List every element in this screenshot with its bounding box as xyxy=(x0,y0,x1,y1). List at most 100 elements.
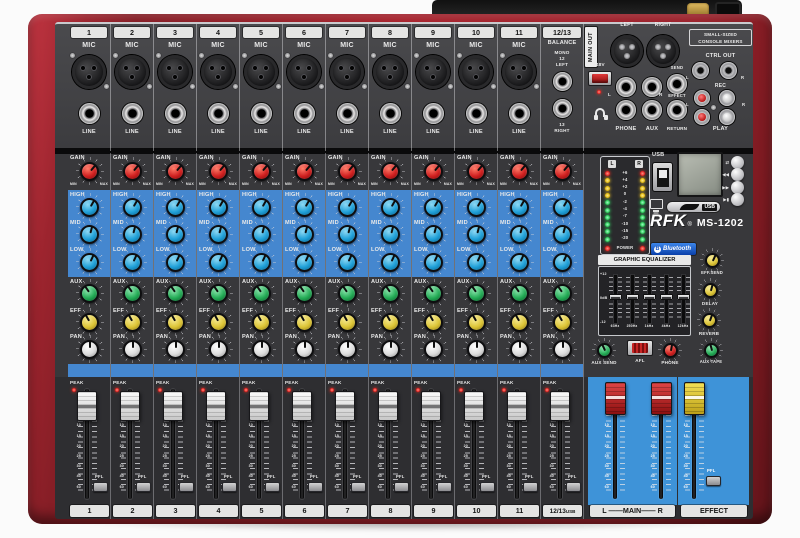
geq-slider-handle[interactable] xyxy=(626,294,639,300)
phantom-power-switch[interactable] xyxy=(588,71,612,86)
geq-slider-handle[interactable] xyxy=(677,294,690,300)
fader-cap[interactable] xyxy=(605,382,626,415)
fader-cap[interactable] xyxy=(77,391,97,421)
eff-knob[interactable] xyxy=(76,308,104,336)
high-eq-knob[interactable] xyxy=(506,193,534,221)
low-eq-knob[interactable] xyxy=(377,248,405,276)
pfl-button[interactable] xyxy=(265,482,280,492)
aux-knob[interactable] xyxy=(463,279,491,307)
eff-knob[interactable] xyxy=(248,308,276,336)
geq-slider-handle[interactable] xyxy=(643,294,656,300)
eff-knob[interactable] xyxy=(549,308,577,336)
gain-knob[interactable] xyxy=(205,157,233,185)
low-eq-knob[interactable] xyxy=(76,248,104,276)
gain-knob[interactable] xyxy=(76,157,104,185)
gain-knob[interactable] xyxy=(291,157,319,185)
high-eq-knob[interactable] xyxy=(248,193,276,221)
pan-knob[interactable] xyxy=(162,335,190,363)
aux-knob[interactable] xyxy=(248,279,276,307)
fader-cap[interactable] xyxy=(163,391,183,421)
aux-send-knob[interactable] xyxy=(592,338,616,362)
repeat-icon[interactable] xyxy=(731,156,744,169)
gain-knob[interactable] xyxy=(463,157,491,185)
aux-knob[interactable] xyxy=(119,279,147,307)
low-eq-knob[interactable] xyxy=(334,248,362,276)
afl-button[interactable] xyxy=(632,343,648,353)
aux-knob[interactable] xyxy=(334,279,362,307)
mid-eq-knob[interactable] xyxy=(334,220,362,248)
pfl-button[interactable] xyxy=(136,482,151,492)
gain-knob[interactable] xyxy=(334,157,362,185)
effect-pfl-button[interactable] xyxy=(706,476,721,486)
mid-eq-knob[interactable] xyxy=(420,220,448,248)
fader-cap[interactable] xyxy=(464,391,484,421)
aux-knob[interactable] xyxy=(506,279,534,307)
aux-knob[interactable] xyxy=(291,279,319,307)
mid-eq-knob[interactable] xyxy=(162,220,190,248)
high-eq-knob[interactable] xyxy=(334,193,362,221)
fader-cap[interactable] xyxy=(292,391,312,421)
pfl-button[interactable] xyxy=(179,482,194,492)
gain-knob[interactable] xyxy=(248,157,276,185)
mid-eq-knob[interactable] xyxy=(119,220,147,248)
gain-knob[interactable] xyxy=(377,157,405,185)
pan-knob[interactable] xyxy=(76,335,104,363)
aux-tape-knob[interactable] xyxy=(699,338,723,362)
mid-eq-knob[interactable] xyxy=(205,220,233,248)
pfl-button[interactable] xyxy=(222,482,237,492)
pan-knob[interactable] xyxy=(420,335,448,363)
next-track-icon[interactable] xyxy=(731,181,744,194)
fader-cap[interactable] xyxy=(335,391,355,421)
pfl-button[interactable] xyxy=(308,482,323,492)
fader-cap[interactable] xyxy=(651,382,672,415)
pfl-button[interactable] xyxy=(437,482,452,492)
pfl-button[interactable] xyxy=(566,482,581,492)
pfl-button[interactable] xyxy=(480,482,495,492)
aux-knob[interactable] xyxy=(549,279,577,307)
eff-knob[interactable] xyxy=(334,308,362,336)
mid-eq-knob[interactable] xyxy=(506,220,534,248)
pan-knob[interactable] xyxy=(119,335,147,363)
aux-knob[interactable] xyxy=(76,279,104,307)
eff-knob[interactable] xyxy=(506,308,534,336)
high-eq-knob[interactable] xyxy=(463,193,491,221)
pan-knob[interactable] xyxy=(248,335,276,363)
delay-knob[interactable] xyxy=(698,278,722,302)
low-eq-knob[interactable] xyxy=(205,248,233,276)
gain-knob[interactable] xyxy=(420,157,448,185)
pan-knob[interactable] xyxy=(205,335,233,363)
fader-cap[interactable] xyxy=(507,391,527,421)
pfl-button[interactable] xyxy=(394,482,409,492)
mid-eq-knob[interactable] xyxy=(291,220,319,248)
fader-cap[interactable] xyxy=(206,391,226,421)
pan-knob[interactable] xyxy=(334,335,362,363)
geq-slider-handle[interactable] xyxy=(609,294,622,300)
eff-knob[interactable] xyxy=(420,308,448,336)
high-eq-knob[interactable] xyxy=(291,193,319,221)
pfl-button[interactable] xyxy=(523,482,538,492)
high-eq-knob[interactable] xyxy=(549,193,577,221)
gain-knob[interactable] xyxy=(119,157,147,185)
pan-knob[interactable] xyxy=(506,335,534,363)
pan-knob[interactable] xyxy=(549,335,577,363)
eff-knob[interactable] xyxy=(119,308,147,336)
aux-knob[interactable] xyxy=(205,279,233,307)
phone-knob[interactable] xyxy=(658,338,682,362)
fader-cap[interactable] xyxy=(120,391,140,421)
eff-knob[interactable] xyxy=(162,308,190,336)
low-eq-knob[interactable] xyxy=(119,248,147,276)
pfl-button[interactable] xyxy=(351,482,366,492)
eff-knob[interactable] xyxy=(377,308,405,336)
mid-eq-knob[interactable] xyxy=(76,220,104,248)
mid-eq-knob[interactable] xyxy=(549,220,577,248)
gain-knob[interactable] xyxy=(549,157,577,185)
pan-knob[interactable] xyxy=(463,335,491,363)
low-eq-knob[interactable] xyxy=(162,248,190,276)
high-eq-knob[interactable] xyxy=(119,193,147,221)
pfl-button[interactable] xyxy=(93,482,108,492)
low-eq-knob[interactable] xyxy=(291,248,319,276)
mid-eq-knob[interactable] xyxy=(377,220,405,248)
pan-knob[interactable] xyxy=(377,335,405,363)
fader-cap[interactable] xyxy=(550,391,570,421)
fader-cap[interactable] xyxy=(378,391,398,421)
